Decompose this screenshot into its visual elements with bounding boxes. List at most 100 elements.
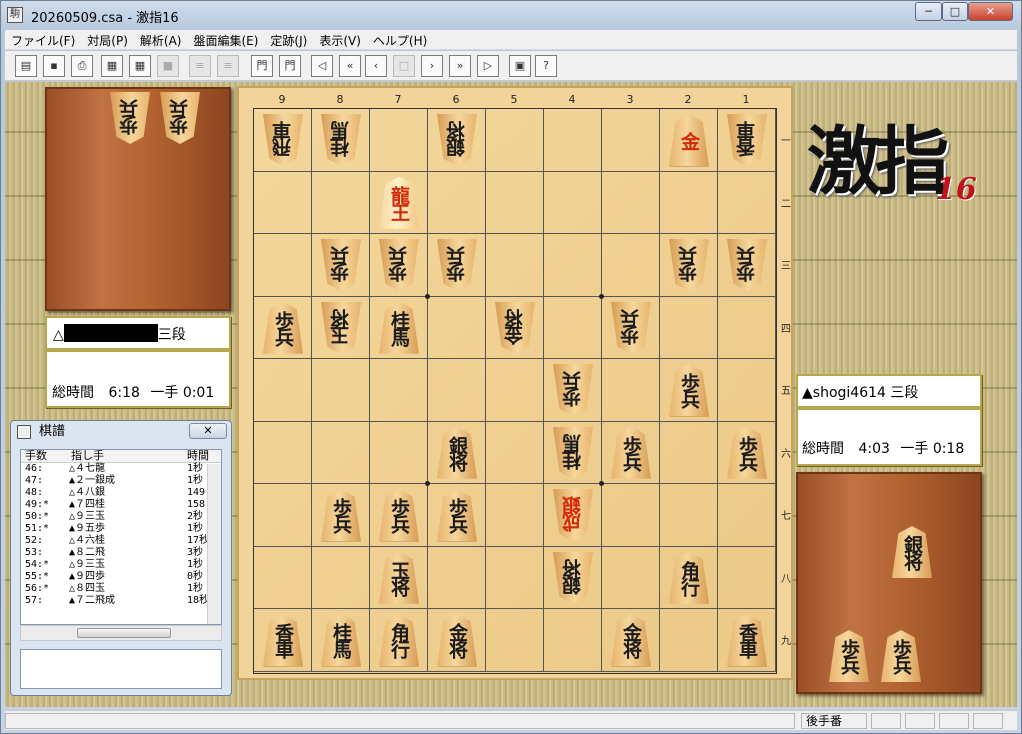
sente-hand-piece[interactable]: 歩兵 — [829, 630, 869, 682]
board-square-9-7[interactable] — [254, 484, 312, 547]
board-button[interactable]: 門 — [251, 55, 273, 77]
board-square-9-6[interactable] — [254, 421, 312, 484]
piece-gote-8-1[interactable]: 桂馬 — [321, 114, 361, 166]
piece-gote-4-7[interactable]: 成銀 — [553, 489, 593, 541]
kifu-comment-box[interactable] — [20, 649, 222, 689]
kifu-row[interactable]: 56:* △８四玉 1秒 — [21, 583, 221, 595]
forward10-button[interactable]: » — [449, 55, 471, 77]
board-square-9-5[interactable] — [254, 359, 312, 422]
board-square-3-2[interactable] — [602, 171, 660, 234]
piece-sente-6-7[interactable]: 歩兵 — [437, 489, 477, 542]
piece-gote-4-6[interactable]: 桂馬 — [553, 427, 593, 479]
stop-button[interactable]: □ — [393, 55, 415, 77]
board-square-5-2[interactable] — [486, 171, 544, 234]
kifu-list[interactable]: 手数 指し手 時間 46: △４七龍 1秒 47: ▲２一銀成 1秒 48: △４八銀 149 4… — [20, 449, 222, 625]
piece-gote-6-1[interactable]: 銀将 — [437, 114, 477, 166]
board-square-7-6[interactable] — [370, 421, 428, 484]
menu-file[interactable]: ファイル(F) — [5, 30, 81, 51]
back-button[interactable]: ‹ — [365, 55, 387, 77]
piece-sente-8-7[interactable]: 歩兵 — [321, 489, 361, 542]
kifu-horizontal-scrollbar[interactable] — [20, 625, 222, 641]
piece-sente-6-9[interactable]: 金将 — [437, 614, 477, 667]
piece-sente-7-7[interactable]: 歩兵 — [379, 489, 419, 542]
piece-sente-3-6[interactable]: 歩兵 — [611, 426, 651, 479]
board-square-2-6[interactable] — [660, 421, 718, 484]
piece-sente-7-4[interactable]: 桂馬 — [379, 301, 419, 354]
piece-sente-1-6[interactable]: 歩兵 — [727, 426, 767, 479]
board-square-5-3[interactable] — [486, 234, 544, 297]
board-square-8-6[interactable] — [312, 421, 370, 484]
menu-board-edit[interactable]: 盤面編集(E) — [187, 30, 264, 51]
back10-button[interactable]: « — [339, 55, 361, 77]
board-square-1-8[interactable] — [718, 546, 776, 609]
board-square-4-2[interactable] — [544, 171, 602, 234]
piece-gote-6-3[interactable]: 歩兵 — [437, 239, 477, 291]
piece-gote-7-3[interactable]: 歩兵 — [379, 239, 419, 291]
board-square-6-2[interactable] — [428, 171, 486, 234]
minimize-button[interactable]: ─ — [915, 2, 942, 21]
list-button[interactable]: ≡ — [189, 55, 211, 77]
first-move-button[interactable]: ◁ — [311, 55, 333, 77]
piece-sente-8-9[interactable]: 桂馬 — [321, 614, 361, 667]
board-square-1-4[interactable] — [718, 296, 776, 359]
piece-sente-2-8[interactable]: 角行 — [669, 551, 709, 604]
piece-sente-2-5[interactable]: 歩兵 — [669, 364, 709, 417]
book-button[interactable]: ▦ — [101, 55, 123, 77]
menu-view[interactable]: 表示(V) — [313, 30, 367, 51]
kifu-row[interactable]: 54:* △９三玉 1秒 — [21, 559, 221, 571]
app-icon[interactable]: 駒 — [7, 7, 23, 23]
kifu-row[interactable]: 52: △４六桂 17秒 — [21, 535, 221, 547]
piece-sente-3-9[interactable]: 金将 — [611, 614, 651, 667]
kifu-vertical-scrollbar[interactable] — [207, 464, 221, 624]
board-square-8-2[interactable] — [312, 171, 370, 234]
header-time[interactable]: 時間 — [187, 450, 209, 462]
board-square-7-5[interactable] — [370, 359, 428, 422]
new-button[interactable]: ▤ — [15, 55, 37, 77]
board-square-5-1[interactable] — [486, 109, 544, 172]
board-square-6-8[interactable] — [428, 546, 486, 609]
kifu-row[interactable]: 47: ▲２一銀成 1秒 — [21, 475, 221, 487]
forward-button[interactable]: › — [421, 55, 443, 77]
kifu-row[interactable]: 48: △４八銀 149 — [21, 487, 221, 499]
board-square-9-8[interactable] — [254, 546, 312, 609]
header-move[interactable]: 指し手 — [71, 450, 104, 462]
list2-button[interactable]: ≡ — [217, 55, 239, 77]
close-button[interactable]: ✕ — [968, 2, 1013, 21]
board-square-4-9[interactable] — [544, 609, 602, 672]
gote-hand-piece[interactable]: 歩兵 — [160, 92, 200, 144]
piece-gote-5-4[interactable]: 金将 — [495, 302, 535, 354]
print-button[interactable]: ⎙ — [71, 55, 93, 77]
gote-hand-piece[interactable]: 歩兵 — [110, 92, 150, 144]
board-square-8-5[interactable] — [312, 359, 370, 422]
kifu-close-button[interactable]: ✕ — [189, 423, 227, 439]
kifu-row[interactable]: 50:* △９三玉 2秒 — [21, 511, 221, 523]
kifu-row[interactable]: 51:* ▲９五歩 1秒 — [21, 523, 221, 535]
board-square-4-1[interactable] — [544, 109, 602, 172]
board-square-3-5[interactable] — [602, 359, 660, 422]
piece-sente-7-2[interactable]: 龍王 — [379, 176, 419, 229]
piece-gote-9-1[interactable]: 飛車 — [263, 114, 303, 166]
kifu-title-bar[interactable]: 棋譜 ✕ — [11, 421, 231, 443]
board-square-2-7[interactable] — [660, 484, 718, 547]
kifu-scroll-thumb[interactable] — [77, 628, 171, 638]
last-move-button[interactable]: ▷ — [477, 55, 499, 77]
save-button[interactable]: ▪ — [43, 55, 65, 77]
board-square-7-1[interactable] — [370, 109, 428, 172]
board-square-5-7[interactable] — [486, 484, 544, 547]
piece-gote-8-4[interactable]: 玉将 — [321, 302, 361, 354]
menu-joseki[interactable]: 定跡(J) — [264, 30, 313, 51]
piece-sente-7-8[interactable]: 玉将 — [379, 551, 419, 604]
board-square-5-6[interactable] — [486, 421, 544, 484]
kifu-row[interactable]: 49:* ▲７四桂 158 — [21, 499, 221, 511]
piece-gote-4-8[interactable]: 銀将 — [553, 552, 593, 604]
board-square-1-5[interactable] — [718, 359, 776, 422]
menu-game[interactable]: 対局(P) — [81, 30, 134, 51]
board-square-5-8[interactable] — [486, 546, 544, 609]
kifu-window[interactable]: 棋譜 ✕ 手数 指し手 時間 46: △４七龍 1秒 47: ▲２一銀成 1秒 48: △４八… — [10, 420, 232, 696]
board-square-9-3[interactable] — [254, 234, 312, 297]
board-square-8-8[interactable] — [312, 546, 370, 609]
board-square-2-2[interactable] — [660, 171, 718, 234]
sente-hand-piece[interactable]: 歩兵 — [881, 630, 921, 682]
book2-button[interactable]: ▦ — [129, 55, 151, 77]
sente-hand-piece[interactable]: 銀将 — [892, 526, 932, 578]
